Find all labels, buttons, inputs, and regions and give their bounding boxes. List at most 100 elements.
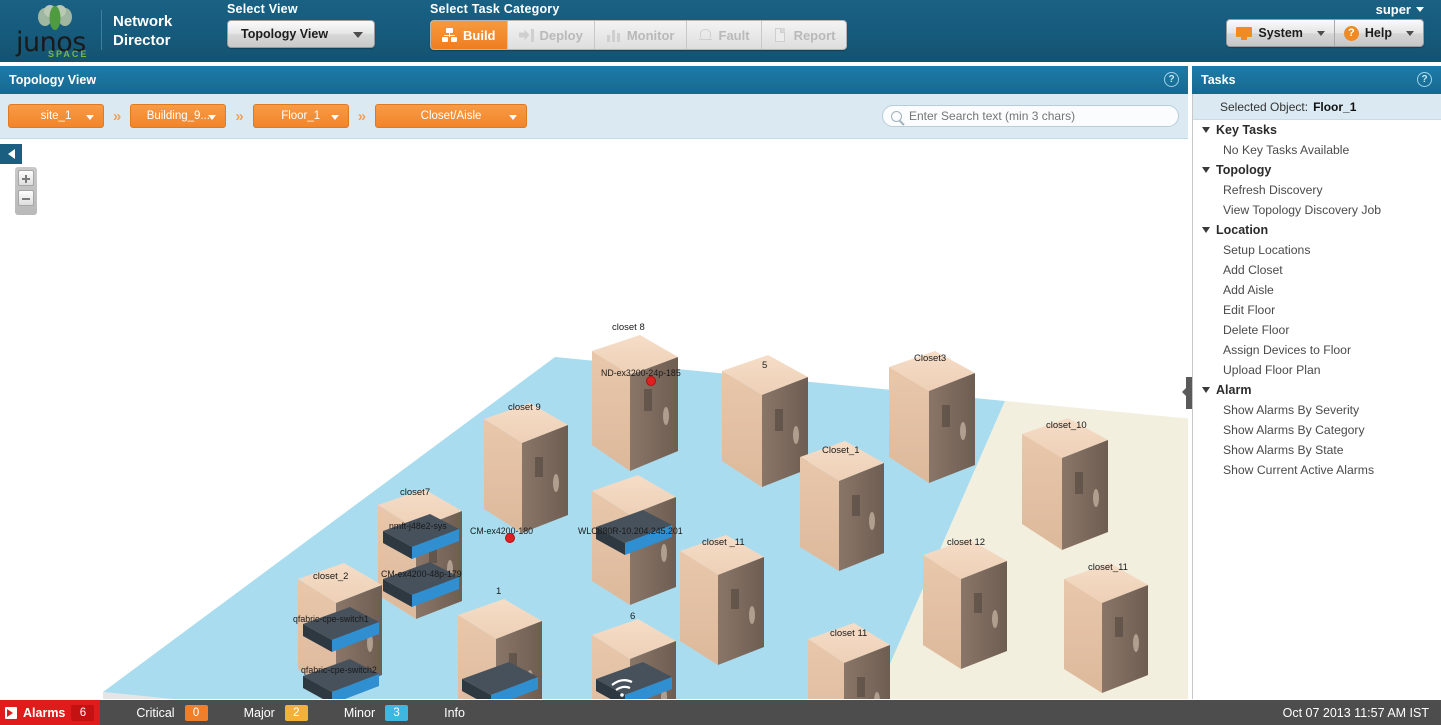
network-director-app: junos SPACE Network Director Select View… [0, 0, 1441, 725]
severity-minor-count: 3 [385, 705, 408, 721]
zoom-in-button[interactable] [18, 170, 34, 186]
cabinet-label: Closet_1 [822, 445, 860, 456]
cabinet-label: closet_10 [1046, 420, 1087, 431]
device-label: WLC880R-10.204.245.201 [578, 526, 683, 536]
task-item-show-alarms-by-severity[interactable]: Show Alarms By Severity [1193, 400, 1441, 420]
severity-info-label: Info [444, 706, 465, 720]
task-button-build[interactable]: Build [431, 21, 508, 49]
task-item-delete-floor[interactable]: Delete Floor [1193, 320, 1441, 340]
task-item-add-aisle[interactable]: Add Aisle [1193, 280, 1441, 300]
severity-major-count: 2 [285, 705, 308, 721]
severity-critical-count: 0 [185, 705, 208, 721]
cabinet-closet-11-right [1064, 563, 1148, 693]
user-name: super [1376, 2, 1411, 17]
cabinet-label: Closet3 [914, 353, 946, 364]
task-section-topology[interactable]: Topology [1193, 160, 1441, 180]
task-item-refresh-discovery[interactable]: Refresh Discovery [1193, 180, 1441, 200]
select-task-category-group: Select Task Category Build Deploy Monito… [430, 2, 847, 50]
breadcrumb: site_1 » Building_9... » Floor_1 » Close… [0, 94, 1188, 139]
chevron-down-icon [509, 115, 517, 120]
back-button[interactable] [0, 144, 22, 164]
cabinet-label: closet_11 [1088, 562, 1128, 573]
search-icon [891, 111, 902, 122]
deploy-icon [519, 28, 534, 43]
help-icon[interactable]: ? [1417, 72, 1432, 87]
chevron-down-icon [1202, 387, 1210, 393]
task-button-deploy[interactable]: Deploy [508, 21, 595, 49]
cabinet-label: 1 [496, 586, 501, 597]
report-page-icon [773, 28, 788, 43]
help-menu[interactable]: ? Help [1334, 20, 1423, 46]
user-menu[interactable]: super [1376, 2, 1424, 17]
task-section-key-tasks[interactable]: Key Tasks [1193, 120, 1441, 140]
view-dropdown[interactable]: Topology View [227, 20, 375, 48]
breadcrumb-separator: » [226, 108, 252, 125]
alarms-label: Alarms [23, 706, 65, 720]
task-item-show-alarms-by-state[interactable]: Show Alarms By State [1193, 440, 1441, 460]
breadcrumb-item-site[interactable]: site_1 [8, 104, 104, 128]
cabinet-closet-10 [1022, 418, 1108, 550]
task-section-alarm[interactable]: Alarm [1193, 380, 1441, 400]
severity-info[interactable]: Info [444, 706, 465, 720]
panel-resize-handle[interactable] [1186, 377, 1192, 409]
cabinet-label: 6 [630, 611, 635, 622]
task-section-location[interactable]: Location [1193, 220, 1441, 240]
breadcrumb-item-building-label: Building_9... [147, 110, 210, 122]
task-button-fault[interactable]: Fault [687, 21, 762, 49]
tasks-panel-header: Tasks ? [1192, 66, 1441, 94]
alarm-indicator[interactable] [505, 533, 515, 543]
task-item-no-key-tasks: No Key Tasks Available [1193, 140, 1441, 160]
chevron-down-icon [1406, 31, 1414, 36]
task-item-setup-locations[interactable]: Setup Locations [1193, 240, 1441, 260]
severity-major[interactable]: Major 2 [244, 705, 308, 721]
cabinet-layer [0, 139, 1188, 699]
breadcrumb-separator: » [349, 108, 375, 125]
severity-minor-label: Minor [344, 706, 375, 720]
breadcrumb-item-floor-label: Floor_1 [281, 110, 320, 122]
help-menu-label: Help [1365, 26, 1392, 40]
topology-panel-header: Topology View ? [0, 66, 1188, 94]
cabinet-closet-u11 [680, 535, 764, 665]
task-item-assign-devices-to-floor[interactable]: Assign Devices to Floor [1193, 340, 1441, 360]
cabinet-label: 5 [762, 360, 767, 371]
cabinet-closet3 [889, 351, 975, 483]
junos-space-logo[interactable]: junos SPACE [14, 5, 94, 57]
timestamp: Oct 07 2013 11:57 AM IST [1283, 706, 1429, 720]
task-button-fault-label: Fault [719, 28, 750, 43]
alarm-indicator[interactable] [646, 376, 656, 386]
product-name: Network Director [113, 12, 172, 50]
breadcrumb-item-closet-aisle[interactable]: Closet/Aisle [375, 104, 527, 128]
task-item-show-current-active-alarms[interactable]: Show Current Active Alarms [1193, 460, 1441, 480]
tasks-panel-title: Tasks [1192, 73, 1236, 87]
zoom-out-button[interactable] [18, 190, 34, 206]
system-help-group: System ? Help [1226, 19, 1424, 47]
system-menu[interactable]: System [1227, 20, 1333, 46]
task-item-add-closet[interactable]: Add Closet [1193, 260, 1441, 280]
tasks-panel: Selected Object: Floor_1 Key Tasks No Ke… [1192, 94, 1441, 699]
severity-minor[interactable]: Minor 3 [344, 705, 408, 721]
task-button-monitor[interactable]: Monitor [595, 21, 687, 49]
product-name-line2: Director [113, 31, 172, 50]
task-item-edit-floor[interactable]: Edit Floor [1193, 300, 1441, 320]
task-item-view-topology-discovery-job[interactable]: View Topology Discovery Job [1193, 200, 1441, 220]
search-box[interactable] [882, 105, 1179, 127]
alarm-icon [5, 707, 17, 719]
help-icon[interactable]: ? [1164, 72, 1179, 87]
alarms-summary[interactable]: Alarms 6 [0, 700, 100, 725]
selected-object-label: Selected Object: [1220, 100, 1308, 114]
task-category-buttons: Build Deploy Monitor Fault Report [430, 20, 847, 50]
task-button-report[interactable]: Report [762, 21, 847, 49]
cabinet-label: closet 8 [612, 322, 645, 333]
task-item-show-alarms-by-category[interactable]: Show Alarms By Category [1193, 420, 1441, 440]
search-input[interactable] [909, 109, 1159, 123]
monitor-screen-icon [1236, 27, 1252, 40]
severity-critical[interactable]: Critical 0 [136, 705, 207, 721]
task-button-report-label: Report [794, 28, 836, 43]
breadcrumb-item-building[interactable]: Building_9... [130, 104, 226, 128]
topology-canvas[interactable]: closet 8 closet 9 5 Closet3 Closet_1 clo… [0, 139, 1188, 699]
breadcrumb-item-floor[interactable]: Floor_1 [253, 104, 349, 128]
selected-object-value: Floor_1 [1313, 100, 1356, 114]
task-item-upload-floor-plan[interactable]: Upload Floor Plan [1193, 360, 1441, 380]
cabinet-label: closet 11 [830, 628, 867, 639]
chevron-down-icon [1202, 167, 1210, 173]
